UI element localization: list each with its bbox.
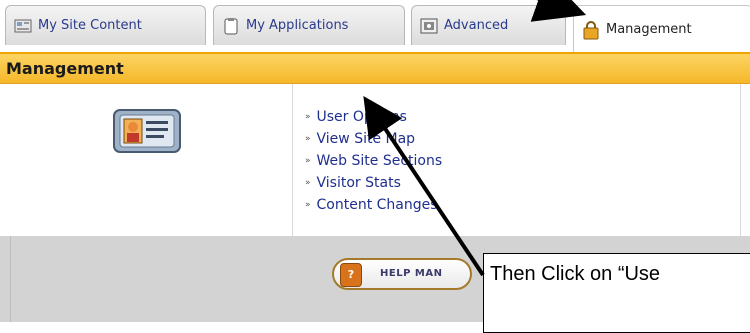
chevron-right-icon: »: [305, 200, 311, 210]
id-card-icon: [113, 109, 181, 153]
chevron-right-icon: »: [305, 112, 311, 122]
section-title: Management: [6, 59, 124, 78]
divider: [10, 236, 11, 322]
link-user-options[interactable]: » User Options: [305, 107, 442, 129]
chevron-right-icon: »: [305, 178, 311, 188]
tab-label: Advanced: [444, 18, 509, 33]
chevron-right-icon: »: [305, 156, 311, 166]
link-visitor-stats[interactable]: » Visitor Stats: [305, 173, 442, 195]
padlock-icon: [582, 20, 600, 40]
help-button-label: HELP MAN: [380, 268, 443, 279]
link-view-site-map[interactable]: » View Site Map: [305, 129, 442, 151]
link-label: Visitor Stats: [316, 175, 401, 191]
instruction-callout: Then Click on “Use: [483, 253, 750, 333]
callout-text: Then Click on “Use: [490, 263, 661, 285]
site-content-icon: [14, 17, 32, 35]
link-label: View Site Map: [316, 131, 416, 147]
tab-label: My Site Content: [38, 18, 142, 33]
tab-management[interactable]: Management: [573, 5, 750, 52]
link-web-site-sections[interactable]: » Web Site Sections: [305, 151, 442, 173]
tab-my-applications[interactable]: My Applications: [213, 5, 405, 45]
help-manual-button[interactable]: ? HELP MAN: [332, 258, 472, 290]
link-label: Web Site Sections: [316, 153, 443, 169]
advanced-icon: [420, 17, 438, 35]
chevron-right-icon: »: [305, 134, 311, 144]
icon-cell: [0, 84, 293, 236]
link-content-changes[interactable]: » Content Changes: [305, 195, 442, 217]
management-links: » User Options » View Site Map » Web Site S…: [305, 107, 442, 217]
tab-bar: My Site Content My Applications Advanced…: [0, 0, 750, 52]
tab-label: Management: [606, 21, 692, 37]
divider: [740, 84, 741, 236]
tab-advanced[interactable]: Advanced: [411, 5, 566, 45]
link-label: Content Changes: [316, 197, 438, 213]
help-book-icon: ?: [340, 263, 362, 287]
clipboard-icon: [222, 17, 240, 35]
tab-label: My Applications: [246, 18, 349, 33]
section-header: Management: [0, 52, 750, 84]
link-label: User Options: [316, 109, 407, 125]
tab-my-site-content[interactable]: My Site Content: [5, 5, 206, 45]
management-panel: » User Options » View Site Map » Web Site S…: [0, 84, 750, 236]
